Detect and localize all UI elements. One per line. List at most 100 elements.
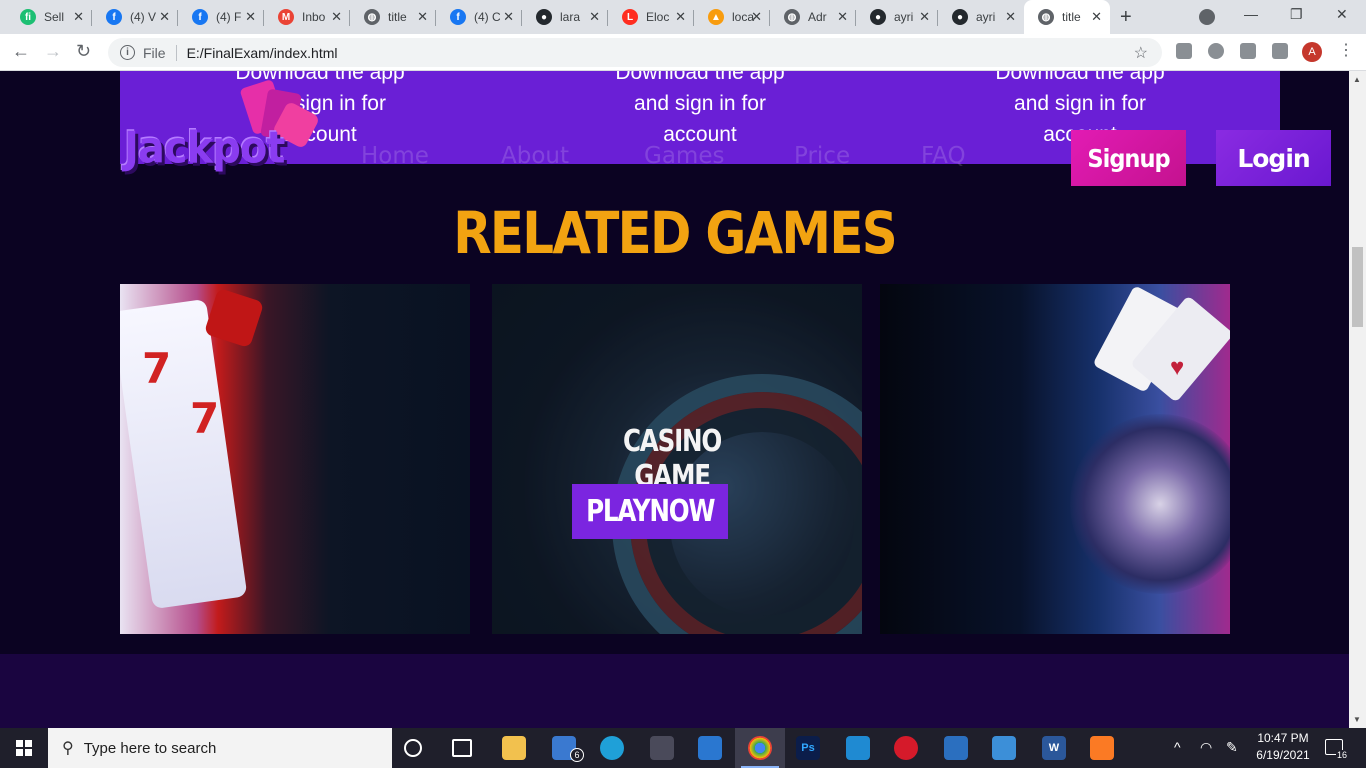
media-player-icon[interactable] [944, 736, 968, 760]
close-tab-icon[interactable]: ✕ [245, 9, 256, 25]
close-tab-icon[interactable]: ✕ [919, 9, 930, 25]
browser-tab[interactable]: ● ayri ✕ [938, 0, 1024, 34]
task-view-icon[interactable] [452, 739, 472, 757]
back-icon[interactable]: ← [12, 41, 30, 62]
new-tab-button[interactable]: + [1120, 6, 1132, 29]
browser-tab[interactable]: ◍ title ✕ [1024, 0, 1110, 34]
scroll-thumb[interactable] [1352, 247, 1363, 327]
mail-badge: 6 [570, 748, 584, 762]
game-card-slots[interactable]: 7 7 [120, 284, 470, 634]
bookmark-star-icon[interactable]: ☆ [1134, 43, 1148, 63]
browser-tab[interactable]: fi Sell ✕ [6, 0, 92, 34]
close-tab-icon[interactable]: ✕ [751, 9, 762, 25]
search-icon: ⚲ [62, 740, 74, 757]
tray-chevron-icon[interactable]: ^ [1174, 739, 1181, 755]
scroll-up-icon[interactable]: ▲ [1353, 75, 1361, 84]
browser-tab[interactable]: ▲ loca ✕ [694, 0, 770, 34]
close-tab-icon[interactable]: ✕ [837, 9, 848, 25]
store-icon[interactable] [650, 736, 674, 760]
pen-icon[interactable]: ✎ [1226, 739, 1238, 756]
close-tab-icon[interactable]: ✕ [417, 9, 428, 25]
xampp-icon[interactable] [1090, 736, 1114, 760]
browser-tab[interactable]: f (4) F ✕ [178, 0, 264, 34]
tab-title: (4) F [216, 10, 242, 24]
tab-title: Sell [44, 10, 65, 24]
close-tab-icon[interactable]: ✕ [73, 9, 84, 25]
tab-title: title [1062, 10, 1081, 24]
site-info-icon[interactable]: i [120, 45, 135, 60]
windows-taskbar: ⚲ Type here to search 6 Ps W ^ ◠ ✎ 10:47… [0, 728, 1366, 768]
site-logo[interactable]: Jackpot [124, 123, 285, 174]
fiverr-icon: fi [20, 9, 36, 25]
game-card-casino[interactable]: CASINO GAME PLAYNOW [492, 284, 862, 634]
taskbar-search[interactable]: ⚲ Type here to search [48, 728, 392, 768]
browser-tab[interactable]: f (4) C ✕ [436, 0, 522, 34]
vscode-icon[interactable] [846, 736, 870, 760]
playnow-label: PLAYNOW [585, 494, 715, 529]
app-icon[interactable] [698, 736, 722, 760]
nav-price[interactable]: Price [794, 143, 850, 169]
close-tab-icon[interactable]: ✕ [589, 9, 600, 25]
tab-title: Inbo [302, 10, 326, 24]
cortana-icon[interactable] [404, 739, 422, 757]
url-scheme: File [143, 44, 166, 61]
red-dice-icon [203, 287, 265, 349]
playnow-button[interactable]: PLAYNOW [572, 484, 728, 539]
puzzle-extensions-icon[interactable] [1272, 43, 1288, 59]
download-line: and sign in for [1014, 92, 1146, 115]
edge-icon[interactable] [600, 736, 624, 760]
scroll-down-icon[interactable]: ▼ [1353, 715, 1361, 724]
pdf-extension-icon[interactable] [1176, 43, 1192, 59]
page-scrollbar[interactable]: ▲ ▼ [1349, 71, 1366, 728]
nav-home[interactable]: Home [361, 143, 429, 169]
tab-search-icon[interactable] [1199, 9, 1215, 25]
restore-icon[interactable]: ❐ [1290, 6, 1303, 23]
sync-extension-icon[interactable] [1208, 43, 1224, 59]
forward-icon[interactable]: → [44, 41, 62, 62]
browser-tab[interactable]: M Inbo ✕ [264, 0, 350, 34]
close-tab-icon[interactable]: ✕ [675, 9, 686, 25]
address-bar[interactable]: i File E:/FinalExam/index.html ☆ [108, 38, 1162, 67]
close-tab-icon[interactable]: ✕ [1005, 9, 1016, 25]
chrome-menu-icon[interactable]: ⋮ [1338, 40, 1354, 60]
nav-about[interactable]: About [501, 143, 569, 169]
browser-tab[interactable]: ● ayri ✕ [856, 0, 938, 34]
browser-tab[interactable]: ● lara ✕ [522, 0, 608, 34]
browser-tab[interactable]: L Eloc ✕ [608, 0, 694, 34]
game-card-poker[interactable]: ♥ [880, 284, 1230, 634]
github-icon: ● [536, 9, 552, 25]
taskbar-clock[interactable]: 10:47 PM 6/19/2021 [1251, 730, 1315, 764]
photoshop-icon[interactable]: Ps [796, 736, 820, 760]
chrome-icon[interactable] [748, 736, 772, 760]
signup-button[interactable]: Signup [1071, 130, 1186, 186]
url-text[interactable]: E:/FinalExam/index.html [187, 45, 338, 61]
nav-faq[interactable]: FAQ [921, 143, 966, 169]
close-tab-icon[interactable]: ✕ [1091, 9, 1102, 25]
close-window-icon[interactable]: ✕ [1336, 6, 1348, 23]
profile-avatar[interactable]: A [1302, 42, 1322, 62]
opera-icon[interactable] [894, 736, 918, 760]
login-button[interactable]: Login [1216, 130, 1331, 186]
reload-icon[interactable]: ↻ [76, 41, 91, 62]
phpmyadmin-icon: ▲ [708, 9, 724, 25]
page-viewport: Download the app and sign in for account… [0, 71, 1349, 728]
browser-tab[interactable]: ◍ title ✕ [350, 0, 436, 34]
windows-logo-icon [16, 740, 32, 756]
nav-games[interactable]: Games [644, 143, 724, 169]
browser-tab[interactable]: f (4) V ✕ [92, 0, 178, 34]
file-explorer-icon[interactable] [502, 736, 526, 760]
close-tab-icon[interactable]: ✕ [159, 9, 170, 25]
wifi-icon[interactable]: ◠ [1200, 739, 1212, 756]
camera-extension-icon[interactable] [1240, 43, 1256, 59]
gmail-icon: M [278, 9, 294, 25]
notification-count: 16 [1336, 750, 1349, 760]
photos-icon[interactable] [992, 736, 1016, 760]
browser-tab[interactable]: ◍ Adr ✕ [770, 0, 856, 34]
start-button[interactable] [0, 728, 48, 768]
minimize-icon[interactable]: — [1244, 6, 1258, 22]
footer-band [0, 654, 1349, 728]
close-tab-icon[interactable]: ✕ [331, 9, 342, 25]
divider [175, 44, 177, 61]
word-icon[interactable]: W [1042, 736, 1066, 760]
close-tab-icon[interactable]: ✕ [503, 9, 514, 25]
